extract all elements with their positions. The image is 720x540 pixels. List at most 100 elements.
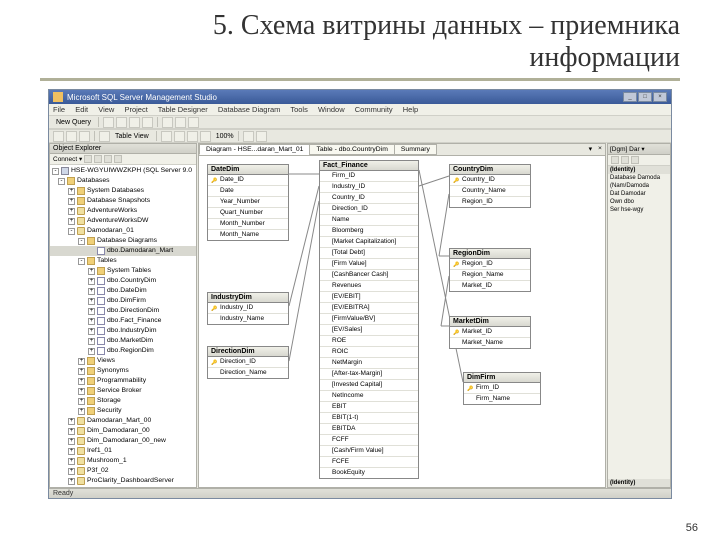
toolbar-button[interactable] (256, 131, 267, 142)
tree-item[interactable]: dbo.Damodaran_Mart (50, 246, 196, 256)
toolbar-button[interactable] (142, 117, 153, 128)
db-table-industrydim[interactable]: IndustryDimIndustry_IDIndustry_Name (207, 292, 289, 325)
property-row[interactable]: Database Damoda (608, 174, 670, 182)
column-row[interactable]: EBITDA (320, 424, 418, 435)
column-row[interactable]: ROIC (320, 347, 418, 358)
column-row[interactable]: [FirmValue/BV] (320, 314, 418, 325)
tree-item[interactable]: +Iref1_01 (50, 446, 196, 456)
tree-item[interactable]: +AdventureWorksDW (50, 216, 196, 226)
oe-toolbar-button[interactable] (94, 155, 102, 163)
tree-item[interactable]: +AdventureWorks (50, 206, 196, 216)
tree-item[interactable]: +Programmability (50, 376, 196, 386)
oe-toolbar-button[interactable] (84, 155, 92, 163)
table-header[interactable]: Fact_Finance (320, 161, 418, 171)
tree-item[interactable]: +Damodaran_Mart_00 (50, 416, 196, 426)
table-header[interactable]: DateDim (208, 165, 288, 175)
tree-item[interactable]: +dbo.IndustryDim (50, 326, 196, 336)
zoom-level[interactable]: 100% (216, 133, 234, 140)
column-row[interactable]: Firm_ID (320, 171, 418, 182)
tree-item[interactable]: +System Tables (50, 266, 196, 276)
column-row[interactable]: [Invested Capital] (320, 380, 418, 391)
column-row[interactable]: Month_Name (208, 230, 288, 240)
column-row[interactable]: Date_ID (208, 175, 288, 186)
tree-item[interactable]: +Storage (50, 396, 196, 406)
connect-button[interactable]: Connect ▾ (53, 155, 82, 163)
menu-database-diagram[interactable]: Database Diagram (218, 105, 281, 114)
toolbar-button[interactable] (243, 131, 254, 142)
toolbar-button[interactable] (116, 117, 127, 128)
column-row[interactable]: [After-tax-Margin] (320, 369, 418, 380)
column-row[interactable]: NetIncome (320, 391, 418, 402)
column-row[interactable]: NetMargin (320, 358, 418, 369)
oe-toolbar-button[interactable] (104, 155, 112, 163)
db-table-dimfirm[interactable]: DimFirmFirm_IDFirm_Name (463, 372, 541, 405)
column-row[interactable]: [EV/Sales] (320, 325, 418, 336)
toolbar-button[interactable] (99, 131, 110, 142)
db-table-regiondim[interactable]: RegionDimRegion_IDRegion_NameMarket_ID (449, 248, 531, 292)
column-row[interactable]: Name (320, 215, 418, 226)
column-row[interactable]: Revenues (320, 281, 418, 292)
column-row[interactable]: BookEquity (320, 468, 418, 478)
column-row[interactable]: [Cash/Firm Value] (320, 446, 418, 457)
tab-table[interactable]: Table - dbo.CountryDim (309, 144, 394, 155)
column-row[interactable]: Year_Number (208, 197, 288, 208)
toolbar-button[interactable] (175, 117, 186, 128)
toolbar-button[interactable] (129, 117, 140, 128)
table-header[interactable]: IndustryDim (208, 293, 288, 303)
column-row[interactable]: EBIT(1-t) (320, 413, 418, 424)
column-row[interactable]: Region_ID (450, 259, 530, 270)
column-row[interactable]: Country_ID (450, 175, 530, 186)
tree-item[interactable]: +dbo.DimFirm (50, 296, 196, 306)
tree-item[interactable]: +dbo.DirectionDim (50, 306, 196, 316)
tree-item[interactable]: -Databases (50, 176, 196, 186)
column-row[interactable]: Month_Number (208, 219, 288, 230)
menu-help[interactable]: Help (403, 105, 418, 114)
column-row[interactable]: [Total Debt] (320, 248, 418, 259)
column-row[interactable]: Direction_ID (320, 204, 418, 215)
menu-view[interactable]: View (98, 105, 114, 114)
toolbar-button[interactable] (161, 131, 172, 142)
menu-tools[interactable]: Tools (290, 105, 308, 114)
tab-close[interactable]: × (595, 144, 605, 155)
column-row[interactable]: FCFE (320, 457, 418, 468)
toolbar-button[interactable] (187, 131, 198, 142)
db-table-marketdim[interactable]: MarketDimMarket_IDMarket_Name (449, 316, 531, 349)
column-row[interactable]: Market_ID (450, 281, 530, 291)
tab-summary[interactable]: Summary (394, 144, 437, 155)
tree-item[interactable]: +ProClarity_DashboardServer (50, 476, 196, 486)
menu-edit[interactable]: Edit (75, 105, 88, 114)
property-row[interactable]: Own dbo (608, 198, 670, 206)
menu-community[interactable]: Community (355, 105, 393, 114)
toolbar-button[interactable] (66, 131, 77, 142)
tab-dropdown[interactable]: ▾ (586, 144, 595, 155)
column-row[interactable]: Industry_ID (320, 182, 418, 193)
column-row[interactable]: Firm_ID (464, 383, 540, 394)
tree-item[interactable]: +Service Broker (50, 386, 196, 396)
toolbar-button[interactable] (103, 117, 114, 128)
toolbar-button[interactable] (53, 131, 64, 142)
tree-item[interactable]: -Tables (50, 256, 196, 266)
properties-header[interactable]: [Dgm] Dar ▾ (608, 144, 670, 155)
property-row[interactable]: (Nam/Damoda (608, 182, 670, 190)
toolbar-button[interactable] (200, 131, 211, 142)
table-header[interactable]: CountryDim (450, 165, 530, 175)
table-header[interactable]: MarketDim (450, 317, 530, 327)
tree-item[interactable]: +dbo.CountryDim (50, 276, 196, 286)
toolbar-button[interactable] (174, 131, 185, 142)
column-row[interactable]: [Market Capitalization] (320, 237, 418, 248)
tree-item[interactable]: +Views (50, 356, 196, 366)
column-row[interactable]: Market_Name (450, 338, 530, 348)
column-row[interactable]: [CashBancer Cash] (320, 270, 418, 281)
tree-item[interactable]: +dbo.MarketDim (50, 336, 196, 346)
column-row[interactable]: [Firm Value] (320, 259, 418, 270)
props-toolbar-button[interactable] (611, 156, 619, 164)
column-row[interactable]: Firm_Name (464, 394, 540, 404)
column-row[interactable]: Industry_ID (208, 303, 288, 314)
column-row[interactable]: Quart_Number (208, 208, 288, 219)
tree-item[interactable]: -Damodaran_01 (50, 226, 196, 236)
column-row[interactable]: Industry_Name (208, 314, 288, 324)
table-header[interactable]: DirectionDim (208, 347, 288, 357)
props-toolbar-button[interactable] (621, 156, 629, 164)
column-row[interactable]: Direction_Name (208, 368, 288, 378)
minimize-button[interactable]: _ (623, 92, 637, 102)
